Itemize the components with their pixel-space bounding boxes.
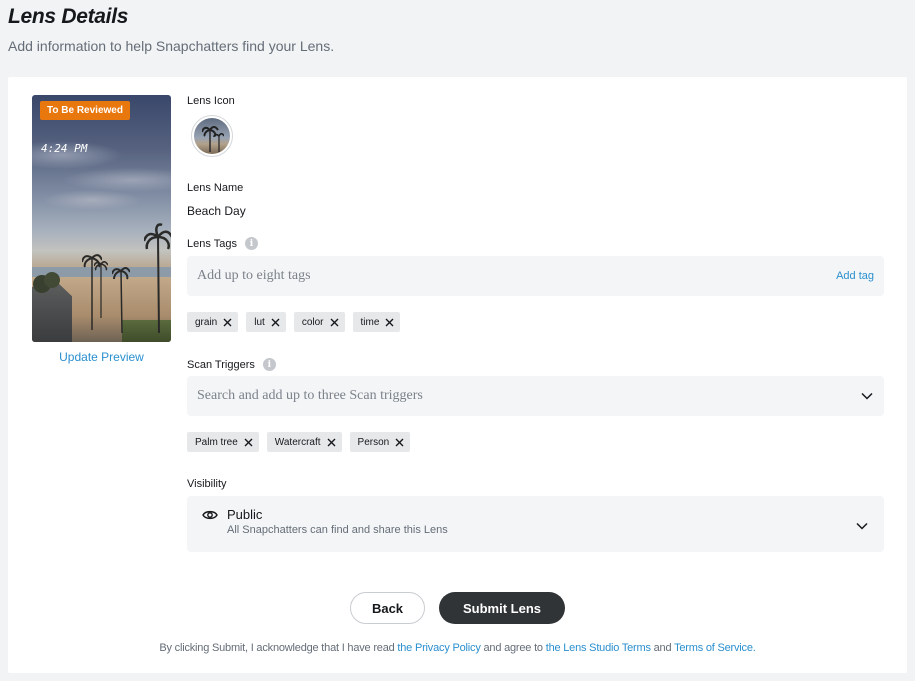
trigger-chip: Person [349,432,411,452]
privacy-policy-link[interactable]: the Privacy Policy [397,642,480,654]
remove-tag-icon[interactable] [271,318,280,327]
visibility-select[interactable]: Public All Snapchatters can find and sha… [187,496,884,552]
info-icon[interactable]: i [262,358,276,371]
visibility-title: Public [227,507,263,522]
remove-trigger-icon[interactable] [244,438,253,447]
info-icon[interactable]: i [244,237,258,250]
remove-trigger-icon[interactable] [327,438,336,447]
submit-lens-button[interactable]: Submit Lens [439,592,565,624]
lens-studio-terms-link[interactable]: the Lens Studio Terms [546,642,651,654]
tag-chip: lut [246,312,286,332]
page-subtitle: Add information to help Snapchatters fin… [8,38,335,54]
update-preview-link[interactable]: Update Preview [32,350,171,364]
trigger-chip: Watercraft [266,432,342,452]
add-tag-button[interactable]: Add tag [836,270,874,282]
tag-chip: grain [187,312,239,332]
preview-time-overlay: 4:24 PM [41,142,88,155]
visibility-label: Visibility [187,478,227,490]
scan-triggers-label: Scan Triggers i [187,358,276,371]
scan-triggers-input[interactable] [197,388,860,404]
review-status-badge: To Be Reviewed [40,101,130,120]
tag-chip: color [293,312,345,332]
remove-tag-icon[interactable] [223,318,232,327]
page-title: Lens Details [8,5,129,28]
lens-preview-image: To Be Reviewed 4:24 PM [32,95,171,342]
terms-of-service-link[interactable]: Terms of Service. [674,642,756,654]
lens-tags-chip-list: grain lut color time [187,312,401,332]
remove-tag-icon[interactable] [385,318,394,327]
legal-notice: By clicking Submit, I acknowledge that I… [159,642,756,654]
lens-tags-input[interactable] [197,268,837,284]
chevron-down-icon[interactable] [860,389,874,403]
lens-icon-label: Lens Icon [187,95,235,107]
visibility-description: All Snapchatters can find and share this… [227,524,448,536]
trigger-chip: Palm tree [187,432,259,452]
lens-tags-input-container: Add tag [187,256,884,296]
back-button[interactable]: Back [350,592,425,624]
lens-details-card: To Be Reviewed 4:24 PM Update Preview Le… [8,77,907,673]
remove-tag-icon[interactable] [330,318,339,327]
chevron-down-icon[interactable] [856,517,868,535]
scan-triggers-chip-list: Palm tree Watercraft Person [187,432,411,452]
lens-icon-thumbnail[interactable] [191,115,233,157]
lens-tags-label: Lens Tags i [187,237,258,250]
lens-name-value: Beach Day [187,204,246,218]
remove-trigger-icon[interactable] [395,438,404,447]
scan-triggers-select[interactable] [187,376,884,416]
tag-chip: time [352,312,401,332]
lens-name-label: Lens Name [187,182,244,194]
eye-icon [202,508,218,526]
